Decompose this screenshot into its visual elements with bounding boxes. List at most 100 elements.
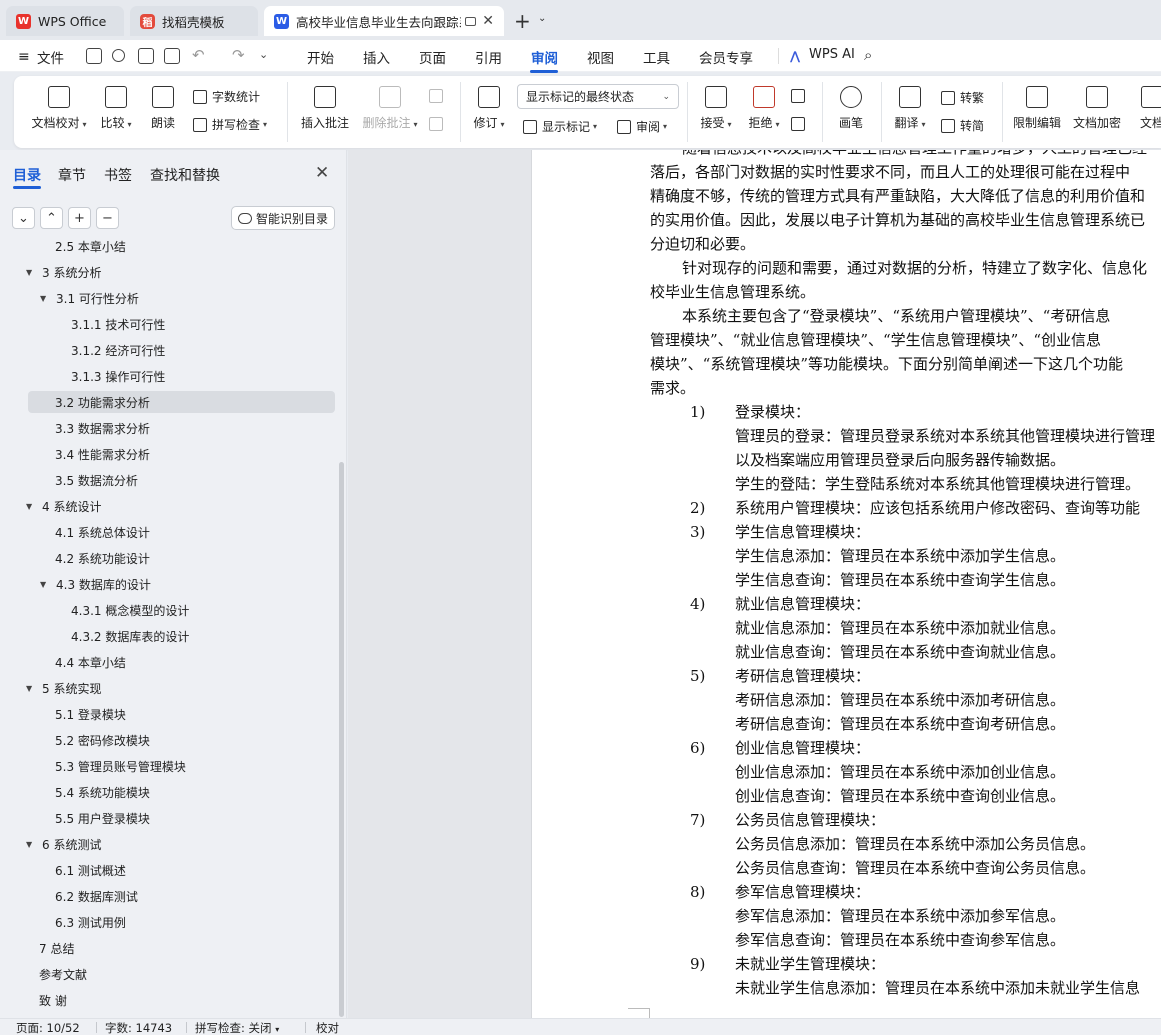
toc-item[interactable]: 6.1 测试概述 bbox=[55, 858, 126, 882]
toc-item[interactable]: 4.3.1 概念模型的设计 bbox=[71, 598, 189, 622]
nav-tab-toc[interactable]: 目录 bbox=[13, 165, 41, 185]
toc-item[interactable]: 2.5 本章小结 bbox=[55, 240, 126, 258]
expand-triangle-icon[interactable]: ▼ bbox=[40, 294, 48, 303]
menu-references[interactable]: 引用 bbox=[475, 47, 502, 67]
menu-page[interactable]: 页面 bbox=[419, 47, 446, 67]
document-page[interactable]: 随着信息技术以及高校毕业生信息管理工作量的增多，人工的管理已经落后，各部门对数据… bbox=[531, 150, 1161, 1018]
search-icon[interactable]: ⌕ bbox=[864, 46, 872, 64]
expand-triangle-icon[interactable]: ▼ bbox=[26, 502, 34, 511]
reject-button[interactable]: 拒绝 ▾ bbox=[745, 86, 783, 131]
expand-triangle-icon[interactable]: ▼ bbox=[26, 268, 34, 277]
ink-button[interactable]: 画笔 bbox=[836, 86, 866, 131]
toc-item[interactable]: ▼ 4 系统设计 bbox=[26, 494, 101, 518]
close-icon[interactable]: ✕ bbox=[482, 13, 494, 29]
expand-triangle-icon[interactable]: ▼ bbox=[26, 840, 34, 849]
spell-check-status[interactable]: 拼写检查: 关闭 ▾ bbox=[195, 1020, 279, 1035]
review-pane-button[interactable]: 审阅 ▾ bbox=[617, 118, 667, 135]
expand-triangle-icon[interactable]: ▼ bbox=[26, 684, 34, 693]
tab-current-document[interactable]: W 高校毕业信息毕业生去向跟踪系 ✕ bbox=[264, 6, 504, 36]
toc-item[interactable]: 4.2 系统功能设计 bbox=[55, 546, 150, 570]
markup-state-dropdown[interactable]: 显示标记的最终状态 ⌄ bbox=[517, 84, 679, 109]
menu-insert[interactable]: 插入 bbox=[363, 47, 390, 67]
compare-button[interactable]: 比较 ▾ bbox=[98, 86, 134, 131]
previous-change-button[interactable] bbox=[791, 89, 810, 103]
toc-item[interactable]: 3.1.3 操作可行性 bbox=[71, 364, 165, 388]
toc-item[interactable]: 3.5 数据流分析 bbox=[55, 468, 138, 492]
next-change-button[interactable] bbox=[791, 117, 810, 131]
toc-item[interactable]: 6.2 数据库测试 bbox=[55, 884, 138, 908]
print-icon[interactable] bbox=[138, 48, 154, 64]
toc-item[interactable]: 7 总结 bbox=[39, 936, 74, 960]
restrict-edit-button[interactable]: 限制编辑 bbox=[1012, 86, 1062, 131]
toc-item[interactable]: 6.3 测试用例 bbox=[55, 910, 126, 934]
toc-item[interactable]: 5.4 系统功能模块 bbox=[55, 780, 150, 804]
toc-item[interactable]: 5.3 管理员账号管理模块 bbox=[55, 754, 186, 778]
menu-wps-ai[interactable]: WPS AI bbox=[809, 47, 855, 62]
toc-item[interactable]: 3.1.1 技术可行性 bbox=[71, 312, 165, 336]
document-canvas[interactable]: 随着信息技术以及高校毕业生信息管理工作量的增多，人工的管理已经落后，各部门对数据… bbox=[348, 150, 1161, 1018]
hamburger-icon[interactable]: ≡ bbox=[18, 49, 30, 65]
document-more-button[interactable]: 文档 bbox=[1132, 86, 1161, 131]
toc-item[interactable]: ▼ 3.1 可行性分析 bbox=[40, 286, 139, 310]
toc-item[interactable]: 参考文献 bbox=[39, 962, 87, 986]
menu-tools[interactable]: 工具 bbox=[643, 47, 670, 67]
toc-item[interactable]: 3.2 功能需求分析 bbox=[55, 390, 150, 414]
word-count-button[interactable]: 字数统计 bbox=[193, 88, 260, 105]
quick-access-chevron-down-icon[interactable]: ⌄ bbox=[259, 48, 268, 61]
toc-item[interactable]: ▼ 4.3 数据库的设计 bbox=[40, 572, 151, 596]
menu-review[interactable]: 审阅 bbox=[531, 47, 558, 67]
read-aloud-button[interactable]: 朗读 bbox=[148, 86, 178, 131]
page-indicator[interactable]: 页面: 10/52 bbox=[16, 1020, 80, 1035]
nav-scrollbar[interactable] bbox=[339, 462, 344, 1017]
smart-toc-button[interactable]: 智能识别目录 bbox=[231, 206, 335, 230]
tab-preview-icon[interactable] bbox=[465, 16, 477, 26]
toc-item[interactable]: 3.4 性能需求分析 bbox=[55, 442, 150, 466]
accept-button[interactable]: 接受 ▾ bbox=[697, 86, 735, 131]
toc-item[interactable]: ▼ 5 系统实现 bbox=[26, 676, 101, 700]
word-count-indicator[interactable]: 字数: 14743 bbox=[105, 1020, 172, 1035]
add-heading-button[interactable]: + bbox=[68, 207, 91, 229]
toc-item[interactable]: 5.1 登录模块 bbox=[55, 702, 126, 726]
redo-icon[interactable]: ↷ bbox=[232, 46, 245, 64]
previous-comment-button[interactable] bbox=[429, 89, 448, 103]
toc-item[interactable]: 3.3 数据需求分析 bbox=[55, 416, 150, 440]
delete-comment-button[interactable]: 删除批注 ▾ bbox=[359, 86, 421, 131]
save-icon[interactable] bbox=[86, 48, 102, 64]
remove-heading-button[interactable]: − bbox=[96, 207, 119, 229]
toc-item[interactable]: 4.3.2 数据库表的设计 bbox=[71, 624, 189, 648]
nav-tab-find-replace[interactable]: 查找和替换 bbox=[150, 165, 220, 185]
chevron-down-icon[interactable]: ⌄ bbox=[538, 13, 546, 24]
print-preview-icon[interactable] bbox=[164, 48, 180, 64]
collapse-all-button[interactable]: ⌄ bbox=[12, 207, 35, 229]
toc-item[interactable]: 5.5 用户登录模块 bbox=[55, 806, 150, 830]
toc-item[interactable]: ▼ 6 系统测试 bbox=[26, 832, 101, 856]
toc-item[interactable]: 致 谢 bbox=[39, 988, 67, 1012]
menu-member[interactable]: 会员专享 bbox=[699, 47, 753, 67]
toc-item[interactable]: 4.4 本章小结 bbox=[55, 650, 126, 674]
toc-item[interactable]: 4.1 系统总体设计 bbox=[55, 520, 150, 544]
tab-docer-templates[interactable]: 稻 找稻壳模板 bbox=[130, 6, 258, 36]
promote-heading-button[interactable]: ⌃ bbox=[40, 207, 63, 229]
toc-item[interactable]: ▼ 3 系统分析 bbox=[26, 260, 101, 284]
encrypt-button[interactable]: 文档加密 bbox=[1072, 86, 1122, 131]
menu-home[interactable]: 开始 bbox=[307, 47, 334, 67]
next-comment-button[interactable] bbox=[429, 117, 448, 131]
nav-tab-bookmarks[interactable]: 书签 bbox=[104, 165, 132, 185]
spell-check-button[interactable]: 拼写检查 ▾ bbox=[193, 116, 267, 133]
to-traditional-button[interactable]: 转繁 bbox=[941, 89, 984, 106]
track-changes-button[interactable]: 修订 ▾ bbox=[470, 86, 508, 131]
close-icon[interactable]: ✕ bbox=[315, 163, 329, 183]
menu-file[interactable]: 文件 bbox=[37, 47, 64, 67]
translate-button[interactable]: 翻译 ▾ bbox=[891, 86, 929, 131]
show-markup-button[interactable]: 显示标记 ▾ bbox=[523, 118, 597, 135]
expand-triangle-icon[interactable]: ▼ bbox=[40, 580, 48, 589]
nav-tab-sections[interactable]: 章节 bbox=[58, 165, 86, 185]
toc-item[interactable]: 3.1.2 经济可行性 bbox=[71, 338, 165, 362]
doc-check-button[interactable]: 文档校对 ▾ bbox=[28, 86, 90, 131]
toc-item[interactable]: 5.2 密码修改模块 bbox=[55, 728, 150, 752]
tab-wps-office[interactable]: W WPS Office bbox=[6, 6, 124, 36]
to-simplified-button[interactable]: 转简 bbox=[941, 117, 984, 134]
link-icon[interactable] bbox=[112, 49, 125, 62]
undo-icon[interactable]: ↶ bbox=[192, 46, 205, 64]
menu-view[interactable]: 视图 bbox=[587, 47, 614, 67]
